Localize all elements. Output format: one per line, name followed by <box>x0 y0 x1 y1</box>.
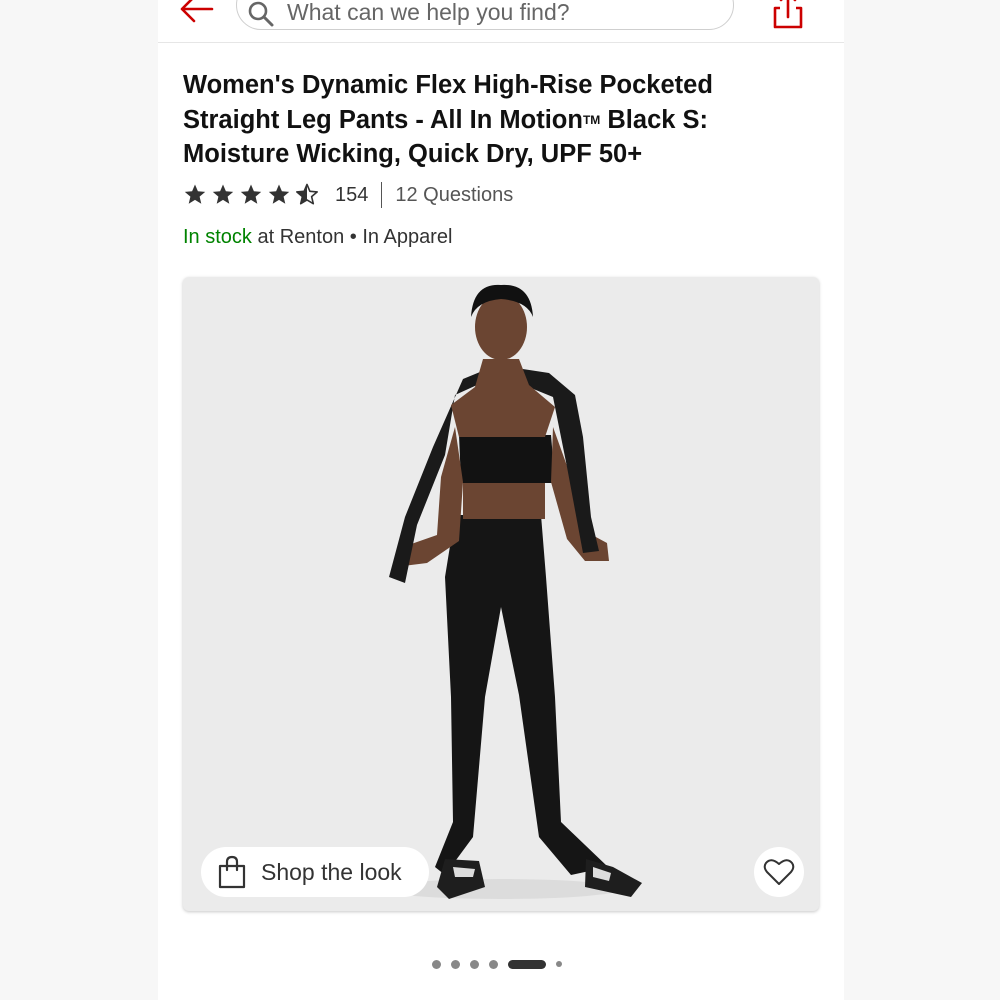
star-half-icon <box>296 183 318 205</box>
star-icon <box>212 184 234 204</box>
search-icon <box>248 1 274 27</box>
product-image-carousel[interactable]: Shop the look <box>183 277 819 911</box>
trademark-symbol: TM <box>582 112 601 127</box>
heart-icon <box>763 859 795 885</box>
search-bar[interactable] <box>236 0 734 30</box>
rating-row: 154 12 Questions <box>183 181 513 209</box>
carousel-dot[interactable] <box>556 961 562 967</box>
carousel-dot[interactable] <box>489 959 498 969</box>
product-image <box>381 284 642 899</box>
back-arrow-icon <box>180 0 214 23</box>
star-rating[interactable] <box>183 183 323 207</box>
product-page: Women's Dynamic Flex High-Rise Pocketed … <box>158 0 844 1000</box>
search-input[interactable] <box>287 0 717 27</box>
shop-the-look-label: Shop the look <box>261 858 402 885</box>
department: In Apparel <box>362 226 453 248</box>
divider <box>381 182 383 208</box>
carousel-dot[interactable] <box>451 959 460 969</box>
right-margin <box>844 0 1000 1000</box>
shop-the-look-button[interactable]: Shop the look <box>201 847 429 897</box>
carousel-pagination <box>432 958 572 970</box>
left-margin <box>0 0 158 1000</box>
share-button[interactable] <box>770 0 806 30</box>
carousel-dot[interactable] <box>432 959 441 969</box>
star-icon <box>240 184 262 204</box>
fulfillment-info: In stock at Renton • In Apparel <box>183 226 452 249</box>
stock-status: In stock <box>183 226 252 248</box>
store-location[interactable]: at Renton <box>252 226 344 248</box>
separator-dot: • <box>344 226 363 248</box>
star-icon <box>184 184 206 204</box>
share-icon <box>773 0 803 29</box>
questions-link[interactable]: 12 Questions <box>395 184 513 207</box>
carousel-dot-active[interactable] <box>508 959 546 969</box>
star-icon <box>268 184 290 204</box>
product-title: Women's Dynamic Flex High-Rise Pocketed … <box>183 68 783 172</box>
review-count-link[interactable]: 154 <box>335 184 368 207</box>
top-bar <box>158 0 844 43</box>
shopping-bag-icon <box>218 855 246 889</box>
carousel-dot[interactable] <box>470 959 479 969</box>
favorite-button[interactable] <box>754 847 804 897</box>
back-button[interactable] <box>176 0 216 26</box>
